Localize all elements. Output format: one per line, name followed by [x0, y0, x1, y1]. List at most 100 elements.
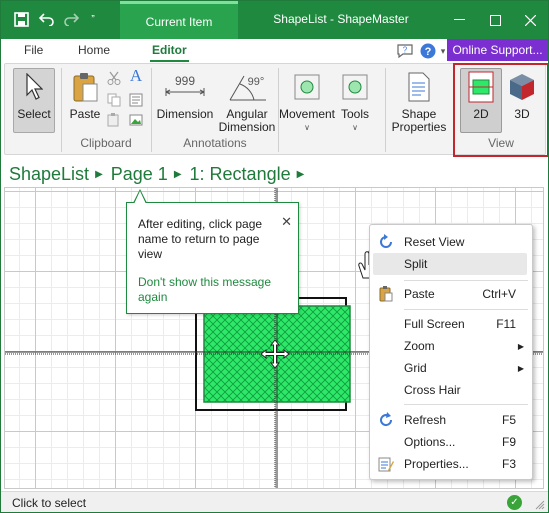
- close-icon[interactable]: ✕: [281, 214, 292, 229]
- resize-grip-icon[interactable]: [535, 500, 545, 510]
- clipboard-icon: [70, 70, 100, 104]
- movement-icon: [292, 70, 322, 104]
- menu-label: Options...: [404, 435, 456, 449]
- window-title: ShapeList - ShapeMaster: [273, 12, 409, 26]
- tooltip-message: After editing, click page name to return…: [138, 217, 263, 261]
- online-support-button[interactable]: Online Support...: [447, 39, 548, 61]
- view-2d-label: 2D: [473, 107, 489, 121]
- paste-special-icon[interactable]: [105, 112, 123, 128]
- angular-dimension-button[interactable]: 99° Angular Dimension: [215, 70, 279, 134]
- save-icon[interactable]: [11, 9, 31, 29]
- cursor-icon: [19, 70, 49, 104]
- view-group-label: View: [488, 136, 514, 150]
- ribbon-separator: [151, 68, 152, 152]
- tools-icon: [340, 70, 370, 104]
- menu-item-grid[interactable]: Grid ▶: [370, 357, 532, 379]
- cut-icon[interactable]: [105, 70, 123, 86]
- redo-icon[interactable]: [61, 9, 81, 29]
- menu-item-properties[interactable]: Properties... F3: [370, 453, 532, 475]
- menu-shortcut: F9: [501, 435, 516, 449]
- maximize-button[interactable]: [477, 1, 513, 39]
- shape-properties-button[interactable]: Shape Properties: [389, 70, 449, 134]
- movement-button[interactable]: Movement ∨: [279, 70, 335, 134]
- tab-file[interactable]: File: [24, 43, 43, 57]
- tab-editor[interactable]: Editor: [150, 43, 189, 62]
- select-button[interactable]: Select: [14, 70, 54, 121]
- menu-item-refresh[interactable]: Refresh F5: [370, 409, 532, 431]
- menu-item-full-screen[interactable]: Full Screen F11: [370, 313, 532, 335]
- menu-item-zoom[interactable]: Zoom ▶: [370, 335, 532, 357]
- customize-quick-access-icon[interactable]: ”: [83, 9, 103, 29]
- angular-label-line2: Dimension: [218, 120, 276, 134]
- context-menu: Reset View Split Paste Ctrl+V Full Scree…: [369, 224, 533, 480]
- undo-icon[interactable]: [37, 9, 57, 29]
- menu-separator: [404, 280, 528, 281]
- menu-item-options[interactable]: Options... F9: [370, 431, 532, 453]
- view-2d-icon: [466, 70, 496, 104]
- image-icon[interactable]: [127, 112, 145, 128]
- view-3d-label: 3D: [514, 107, 530, 121]
- notes-icon[interactable]: [127, 92, 145, 108]
- dont-show-link[interactable]: Don't show this message again: [138, 275, 273, 305]
- shape-label-line2: Properties: [391, 120, 447, 134]
- submenu-arrow-icon: ▶: [517, 363, 524, 373]
- movement-label: Movement: [278, 107, 336, 121]
- properties-icon: [377, 455, 395, 473]
- dimension-button[interactable]: 999 Dimension: [153, 70, 217, 121]
- tools-label: Tools: [340, 107, 369, 121]
- breadcrumb-item[interactable]: 1: Rectangle: [190, 164, 291, 185]
- breadcrumb-shapelist[interactable]: ShapeList: [9, 164, 89, 185]
- menu-item-reset-view[interactable]: Reset View: [370, 231, 532, 253]
- menu-item-cross-hair[interactable]: Cross Hair: [370, 379, 532, 401]
- menu-item-split[interactable]: Split: [373, 253, 527, 275]
- paste-icon: [377, 285, 395, 303]
- breadcrumb: ShapeList ▶ Page 1 ▶ 1: Rectangle ▶: [1, 161, 548, 187]
- ribbon-separator: [61, 68, 62, 152]
- svg-text:?: ?: [425, 46, 432, 58]
- ribbon-separator: [385, 68, 386, 152]
- submenu-arrow-icon: ▶: [517, 341, 524, 351]
- menu-label: Grid: [404, 361, 427, 375]
- breadcrumb-arrow-icon[interactable]: ▶: [297, 169, 305, 180]
- view-2d-button[interactable]: 2D: [461, 70, 501, 121]
- svg-text:?: ?: [403, 46, 408, 55]
- dimension-value: 999: [175, 74, 195, 88]
- view-3d-button[interactable]: 3D: [505, 70, 539, 121]
- checkmark-icon: ✓: [507, 495, 522, 510]
- tools-button[interactable]: Tools ∨: [337, 70, 373, 134]
- tab-home[interactable]: Home: [78, 43, 110, 57]
- breadcrumb-arrow-icon: ▶: [173, 168, 182, 180]
- breadcrumb-arrow-icon: ▶: [95, 168, 103, 180]
- menu-label: Zoom: [404, 339, 435, 353]
- close-button[interactable]: [512, 1, 548, 39]
- menu-label: Cross Hair: [404, 383, 461, 397]
- text-annotation-icon[interactable]: A: [127, 66, 145, 85]
- menu-item-paste[interactable]: Paste Ctrl+V: [370, 283, 532, 305]
- paste-button[interactable]: Paste: [65, 70, 105, 121]
- feedback-icon[interactable]: ?: [396, 42, 414, 60]
- breadcrumb-page[interactable]: Page 1: [111, 164, 168, 185]
- menu-label: Paste: [404, 287, 435, 301]
- menu-shortcut: F5: [501, 413, 516, 427]
- menu-separator: [404, 404, 528, 405]
- current-item-tab[interactable]: Current Item: [120, 1, 238, 39]
- copy-icon[interactable]: [105, 92, 123, 108]
- minimize-button[interactable]: [441, 1, 477, 39]
- view-3d-icon: [507, 70, 537, 104]
- menu-label: Properties...: [404, 457, 469, 471]
- dimension-label: Dimension: [156, 107, 214, 121]
- menu-label: Reset View: [404, 235, 465, 249]
- ribbon: Select Paste A Clipboard 999 Dimension 9…: [4, 63, 548, 157]
- refresh-icon: [377, 411, 395, 429]
- paste-label: Paste: [69, 107, 101, 121]
- angular-dimension-icon: 99°: [222, 70, 272, 104]
- menu-shortcut: Ctrl+V: [482, 287, 516, 301]
- app-window: ” Current Item ShapeList - ShapeMaster F…: [0, 0, 549, 513]
- tools-dropdown-icon: ∨: [352, 123, 358, 132]
- online-support-label: Online Support...: [452, 43, 543, 57]
- menu-label: Split: [404, 257, 428, 271]
- shape-properties-icon: [404, 70, 434, 104]
- annotations-group-label: Annotations: [183, 136, 247, 150]
- menu-shortcut: F3: [501, 457, 516, 471]
- menu-shortcut: F11: [496, 317, 516, 331]
